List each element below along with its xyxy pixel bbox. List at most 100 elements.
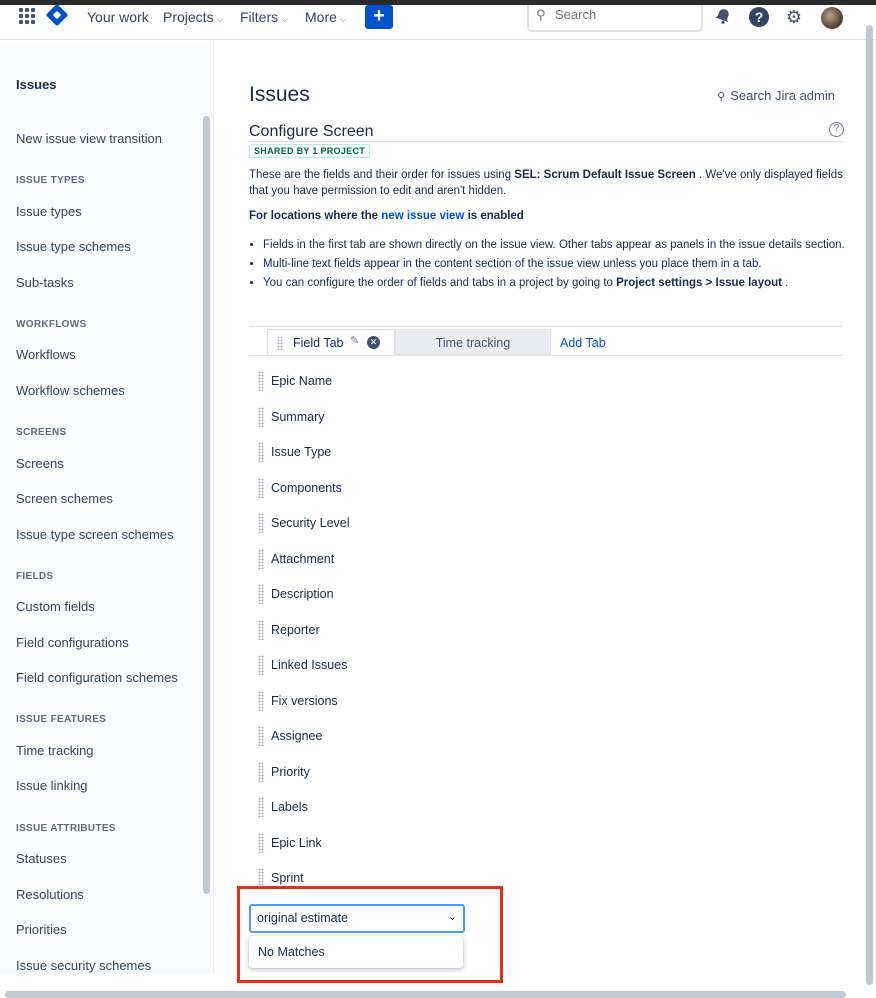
help-glyph: ? (754, 9, 764, 25)
field-name: Fix versions (271, 694, 338, 708)
sidebar-item-time-tracking[interactable]: Time tracking (16, 743, 94, 758)
app-switcher-icon[interactable] (19, 8, 35, 24)
nav-more[interactable]: More ⌵ (305, 7, 347, 29)
sidebar-item-priorities[interactable]: Priorities (16, 922, 67, 937)
nav-projects[interactable]: Projects ⌵ (163, 7, 223, 29)
sidebar-heading-screens: SCREENS (16, 427, 67, 438)
field-name: Labels (271, 800, 308, 814)
sidebar-item-new-issue-view-transition[interactable]: New issue view transition (16, 131, 162, 146)
sidebar-item-screen-schemes[interactable]: Screen schemes (16, 491, 113, 506)
field-name: Components (271, 481, 342, 495)
avatar[interactable] (821, 7, 843, 29)
drag-handle-icon[interactable] (258, 584, 264, 604)
sidebar-item-sub-tasks[interactable]: Sub-tasks (16, 275, 74, 290)
sidebar-item-workflows[interactable]: Workflows (16, 347, 76, 362)
search-icon: ⚲ (717, 91, 726, 103)
highlight-annotation-box (237, 886, 503, 983)
drag-handle-icon[interactable] (258, 513, 264, 533)
sidebar-item-custom-fields[interactable]: Custom fields (16, 599, 95, 614)
field-name: Attachment (271, 552, 335, 566)
nav-more-label: More (305, 9, 337, 25)
loc-suffix: is enabled (464, 210, 524, 222)
settings-gear-icon[interactable]: ⚙ (783, 7, 805, 29)
nav-filters-label: Filters (240, 9, 279, 25)
sidebar-title: Issues (16, 77, 57, 92)
sidebar-item-field-configurations[interactable]: Field configurations (16, 635, 129, 650)
nav-filters[interactable]: Filters ⌵ (240, 7, 288, 29)
close-icon[interactable]: ✕ (367, 336, 380, 349)
tab-field-tab[interactable]: Field Tab ✎ ✕ (267, 329, 395, 355)
sidebar-item-issue-security-schemes[interactable]: Issue security schemes (16, 958, 151, 973)
sidebar: Issues New issue view transition ISSUE T… (0, 41, 214, 974)
field-name: Linked Issues (271, 658, 348, 672)
sidebar-item-issue-type-screen-schemes[interactable]: Issue type screen schemes (16, 527, 174, 542)
tab-field-tab-label: Field Tab (293, 336, 344, 350)
drag-handle-icon[interactable] (258, 762, 264, 782)
field-name: Security Level (271, 516, 350, 530)
add-tab-link[interactable]: Add Tab (560, 336, 606, 350)
search-input[interactable] (555, 7, 695, 22)
screen-name: SEL: Scrum Default Issue Screen (514, 169, 696, 181)
sidebar-heading-workflows: WORKFLOWS (16, 319, 87, 330)
sidebar-heading-issue-features: ISSUE FEATURES (16, 714, 107, 725)
chevron-down-icon: ⌵ (216, 14, 224, 24)
sidebar-item-workflow-schemes[interactable]: Workflow schemes (16, 383, 125, 398)
sidebar-heading-fields: FIELDS (16, 571, 54, 582)
sidebar-item-screens[interactable]: Screens (16, 456, 64, 471)
nav-your-work-label: Your work (87, 9, 149, 25)
divider (249, 141, 843, 142)
drag-handle-icon[interactable] (258, 620, 264, 640)
nav-your-work[interactable]: Your work (87, 7, 149, 27)
sidebar-heading-issue-types: ISSUE TYPES (16, 175, 85, 186)
screen-description: These are the fields and their order for… (249, 167, 844, 199)
notifications-icon[interactable] (712, 7, 734, 29)
drag-handle-icon[interactable] (258, 407, 264, 427)
chevron-down-icon: ⌵ (339, 14, 347, 24)
drag-handle-icon[interactable] (258, 797, 264, 817)
sidebar-item-field-configuration-schemes[interactable]: Field configuration schemes (16, 670, 178, 685)
bullet-item: You can configure the order of fields an… (263, 275, 845, 291)
search-field[interactable]: ⚲ (527, 5, 703, 32)
sidebar-scrollbar[interactable] (203, 116, 210, 894)
tab-time-tracking[interactable]: Time tracking (395, 329, 551, 355)
top-navigation: Your work Projects⌵ Filters⌵ More⌵ + ⚲ ?… (0, 0, 876, 40)
plus-icon: + (373, 5, 385, 27)
new-issue-view-link[interactable]: new issue view (381, 210, 464, 222)
vertical-scrollbar[interactable] (866, 25, 873, 985)
field-name: Summary (271, 410, 325, 424)
horizontal-scrollbar[interactable] (5, 991, 846, 998)
drag-handle-icon[interactable] (258, 726, 264, 746)
help-icon[interactable]: ? (749, 7, 769, 27)
info-bullets: Fields in the first tab are shown direct… (263, 237, 845, 294)
shared-by-badge[interactable]: SHARED BY 1 PROJECT (249, 144, 371, 158)
field-name: Sprint (271, 871, 304, 885)
field-name: Priority (271, 765, 310, 779)
issue-layout-path: Project settings > Issue layout (616, 277, 782, 289)
drag-handle-icon[interactable] (258, 442, 264, 462)
search-jira-admin-link[interactable]: ⚲ Search Jira admin (717, 88, 835, 103)
sidebar-item-issue-type-schemes[interactable]: Issue type schemes (16, 239, 131, 254)
drag-handle-icon[interactable] (258, 691, 264, 711)
drag-handle-icon[interactable] (258, 868, 264, 888)
jira-logo-icon[interactable] (45, 3, 69, 27)
drag-handle-icon[interactable] (258, 478, 264, 498)
create-button[interactable]: + (365, 5, 393, 29)
bullet3-suffix: . (781, 277, 789, 289)
field-name: Epic Link (271, 836, 322, 850)
drag-handle-icon[interactable] (277, 336, 283, 350)
page-title: Issues (249, 83, 310, 106)
drag-handle-icon[interactable] (258, 655, 264, 675)
drag-handle-icon[interactable] (258, 549, 264, 569)
field-name: Assignee (271, 729, 323, 743)
sidebar-item-statuses[interactable]: Statuses (16, 851, 67, 866)
sidebar-item-resolutions[interactable]: Resolutions (16, 887, 84, 902)
sidebar-item-issue-linking[interactable]: Issue linking (16, 778, 88, 793)
drag-handle-icon[interactable] (258, 833, 264, 853)
help-icon[interactable]: ? (829, 122, 844, 137)
drag-handle-icon[interactable] (258, 371, 264, 391)
desc-prefix: These are the fields and their order for… (249, 169, 515, 181)
sidebar-heading-issue-attributes: ISSUE ATTRIBUTES (16, 823, 116, 834)
pencil-icon[interactable]: ✎ (350, 334, 359, 347)
field-name: Issue Type (271, 445, 332, 459)
sidebar-item-issue-types[interactable]: Issue types (16, 204, 82, 219)
